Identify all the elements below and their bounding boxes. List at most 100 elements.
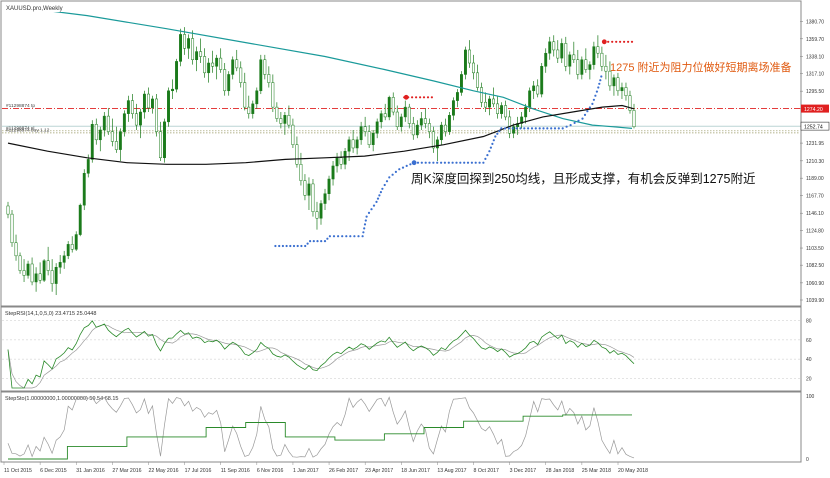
candle-body <box>10 213 14 243</box>
candle-body <box>367 131 371 145</box>
time-tick-label: 11 Oct 2015 <box>4 468 32 474</box>
psar-dot-blue <box>546 127 549 130</box>
psar-dot-blue <box>542 127 545 130</box>
candle-body <box>255 90 259 105</box>
candle-body <box>50 270 54 284</box>
psar-dot-blue <box>394 170 397 173</box>
candle-body <box>431 131 435 149</box>
rsi-panel-frame <box>0 306 802 392</box>
price-tick-label: 1210.30 <box>806 159 824 165</box>
psar-dot-blue <box>376 197 380 200</box>
candle-body <box>243 82 247 108</box>
psar-dot-blue <box>553 127 557 130</box>
psar-dot-blue <box>274 244 277 248</box>
candle-body <box>26 263 30 276</box>
psar-dot-blue <box>586 110 589 113</box>
psar-dot-blue <box>323 240 327 243</box>
candle-body <box>259 59 263 92</box>
candle-body <box>351 139 355 149</box>
time-tick-label: 13 Aug 2017 <box>437 468 466 474</box>
candle-body <box>82 173 86 206</box>
psar-dot-blue <box>381 187 384 190</box>
psar-dot-red <box>415 96 418 99</box>
psar-dot-blue <box>416 161 420 164</box>
psar-dot-blue <box>484 157 487 160</box>
candle-body <box>544 52 548 67</box>
psar-dot-blue <box>432 161 435 164</box>
psar-marker-red <box>601 39 607 45</box>
psar-dot-blue <box>363 227 366 230</box>
psar-dot-blue <box>289 244 292 248</box>
candle-body <box>203 56 207 74</box>
candle-body <box>612 77 616 87</box>
annotation-support: 周K深度回探到250均线，且形成支撑，有机会反弹到1275附近 <box>411 171 756 186</box>
psar-dot-blue <box>600 75 603 78</box>
rsi-indicator <box>7 320 635 389</box>
time-tick-label: 6 Nov 2016 <box>257 468 284 474</box>
stoch-step-line <box>8 414 632 460</box>
candle-body <box>480 87 483 103</box>
candle-body <box>391 97 395 113</box>
time-tick-label: 28 Jan 2018 <box>546 468 575 474</box>
candle-body <box>387 97 391 118</box>
candle-body <box>183 34 187 49</box>
resistance-price-label: 1274.20 <box>804 107 823 113</box>
candle-body <box>331 165 335 180</box>
candle-body <box>319 203 323 219</box>
psar-dot-blue <box>530 127 534 130</box>
candle-body <box>130 100 134 114</box>
psar-dot-blue <box>494 135 497 138</box>
psar-dot-blue <box>428 161 431 164</box>
candle-body <box>472 62 475 74</box>
psar-dot-blue <box>507 127 510 130</box>
price-tick-label: 1317.10 <box>806 72 824 78</box>
candle-body <box>524 106 528 118</box>
candle-body <box>18 255 22 271</box>
candle-body <box>30 263 34 283</box>
psar-dot-blue <box>565 125 568 128</box>
candle-body <box>620 87 624 92</box>
candle-body <box>596 46 600 54</box>
psar-dot-blue <box>383 183 386 187</box>
candle-body <box>600 52 604 67</box>
candle-body <box>548 41 552 54</box>
time-tick-label: 1 Jan 2017 <box>293 468 319 474</box>
price-chart[interactable]: XAUUSD.pro,Weekly 1380.701359.701338.101… <box>0 0 830 478</box>
psar-dot-blue <box>599 79 602 82</box>
psar-dot-blue <box>316 240 319 243</box>
psar-dot-red <box>430 96 433 99</box>
candle-body <box>263 59 267 75</box>
candle-body <box>303 180 307 196</box>
candle-body <box>267 74 271 83</box>
time-tick-label: 23 Apr 2017 <box>365 468 393 474</box>
order-line-label: #11298874 tp <box>6 103 35 109</box>
psar-dot-blue <box>577 119 580 122</box>
candle-body <box>419 118 423 126</box>
ma-teal-line <box>53 12 633 129</box>
price-tick-label: 1167.70 <box>806 194 824 200</box>
candle-body <box>199 51 203 57</box>
psar-dot-blue <box>357 235 360 238</box>
candle-body <box>271 82 275 108</box>
candle-body <box>383 113 387 118</box>
psar-dot-blue <box>538 127 541 130</box>
candle-body <box>460 74 463 93</box>
candle-body <box>46 260 50 271</box>
psar-dot-blue <box>375 200 378 203</box>
rsi-label: StepRSI(14,1,0,5,0) 23.4715 25.0448 <box>5 311 96 317</box>
candle-body <box>375 121 379 134</box>
psar-dot-blue <box>550 127 553 130</box>
price-tick-label: 1060.90 <box>806 281 824 287</box>
psar-dot-red <box>422 96 426 99</box>
candle-body <box>58 262 62 268</box>
psar-dot-blue <box>306 242 309 245</box>
candle-body <box>126 100 130 114</box>
psar-dot-blue <box>309 240 312 243</box>
candle-body <box>496 103 500 114</box>
candle-body <box>211 62 215 67</box>
psar-dot-blue <box>534 127 537 130</box>
psar-marker-red <box>403 94 409 100</box>
candle-body <box>327 178 331 194</box>
psar-dot-blue <box>332 235 336 238</box>
candle-body <box>411 123 415 136</box>
